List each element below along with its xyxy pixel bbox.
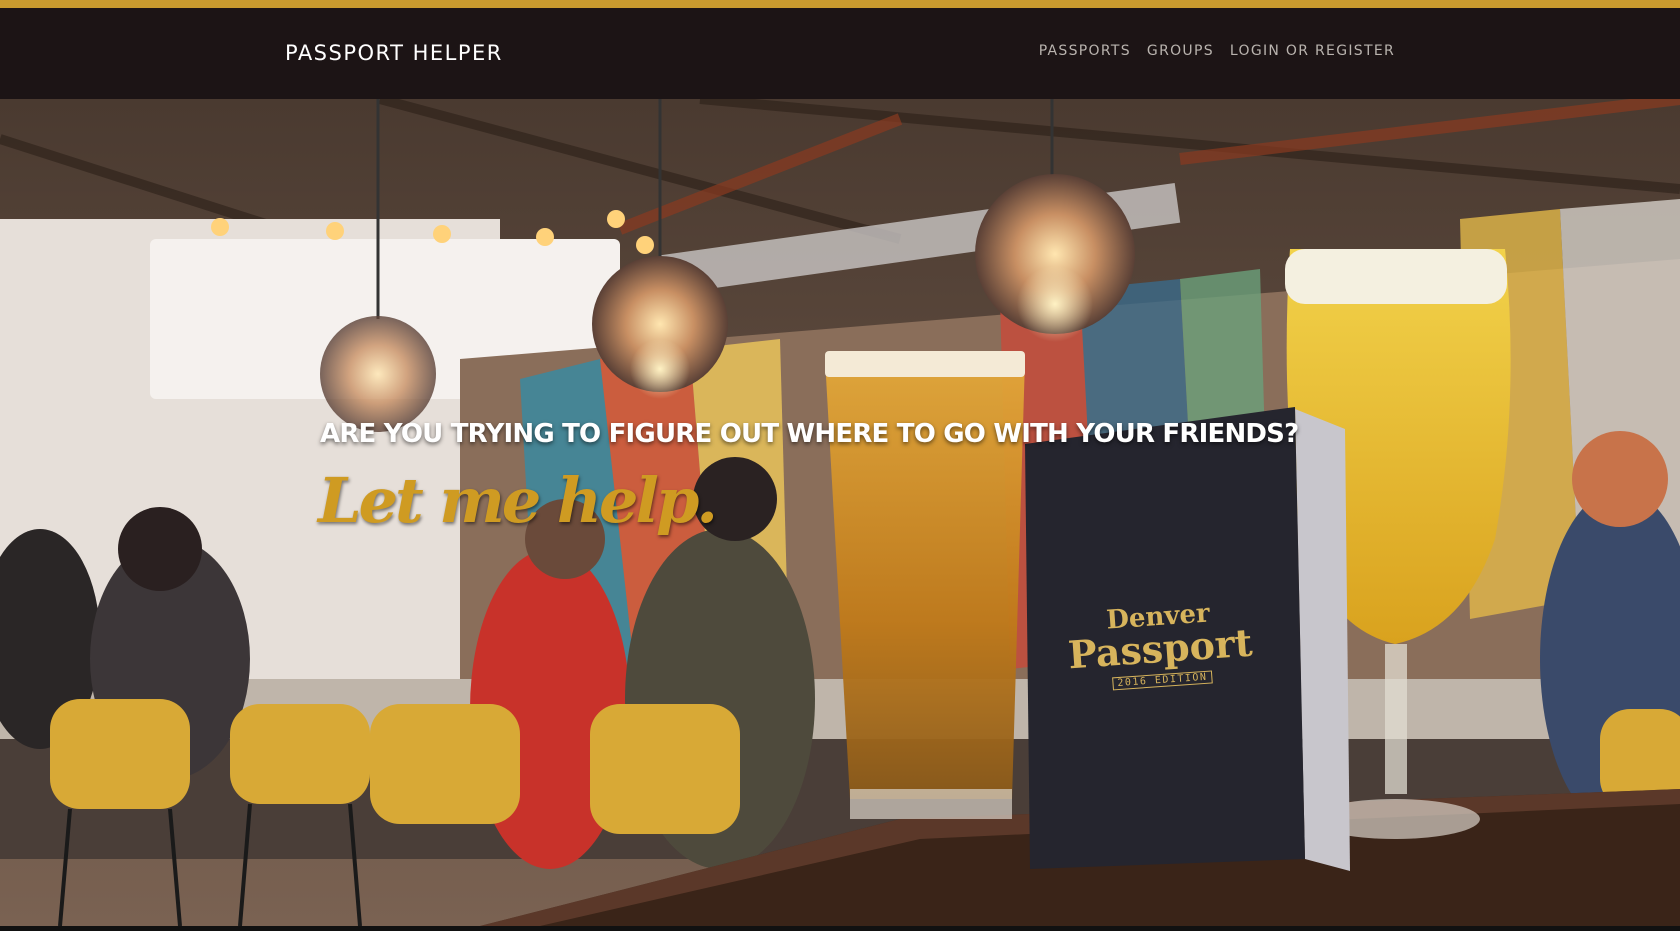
navbar: PASSPORT HELPER PASSPORTS GROUPS LOGIN O… xyxy=(0,8,1680,99)
nav-link-groups[interactable]: GROUPS xyxy=(1147,43,1214,59)
hero-section: Denver Passport 2016 EDITION ARE YOU TRY… xyxy=(0,99,1680,926)
top-accent-stripe xyxy=(0,0,1680,8)
booklet-title-line2: Passport xyxy=(1066,619,1254,678)
hero-tagline: Let me help. xyxy=(318,464,718,537)
nav-links: PASSPORTS GROUPS LOGIN OR REGISTER xyxy=(1039,43,1395,59)
booklet-title: Denver Passport 2016 EDITION xyxy=(1052,597,1267,694)
nav-link-passports[interactable]: PASSPORTS xyxy=(1039,43,1131,59)
nav-link-login-register[interactable]: LOGIN OR REGISTER xyxy=(1230,43,1395,59)
bottom-edge xyxy=(0,926,1680,931)
brand-link[interactable]: PASSPORT HELPER xyxy=(285,41,503,65)
hero-heading: ARE YOU TRYING TO FIGURE OUT WHERE TO GO… xyxy=(320,419,1299,449)
hero-background-image xyxy=(0,99,1680,926)
